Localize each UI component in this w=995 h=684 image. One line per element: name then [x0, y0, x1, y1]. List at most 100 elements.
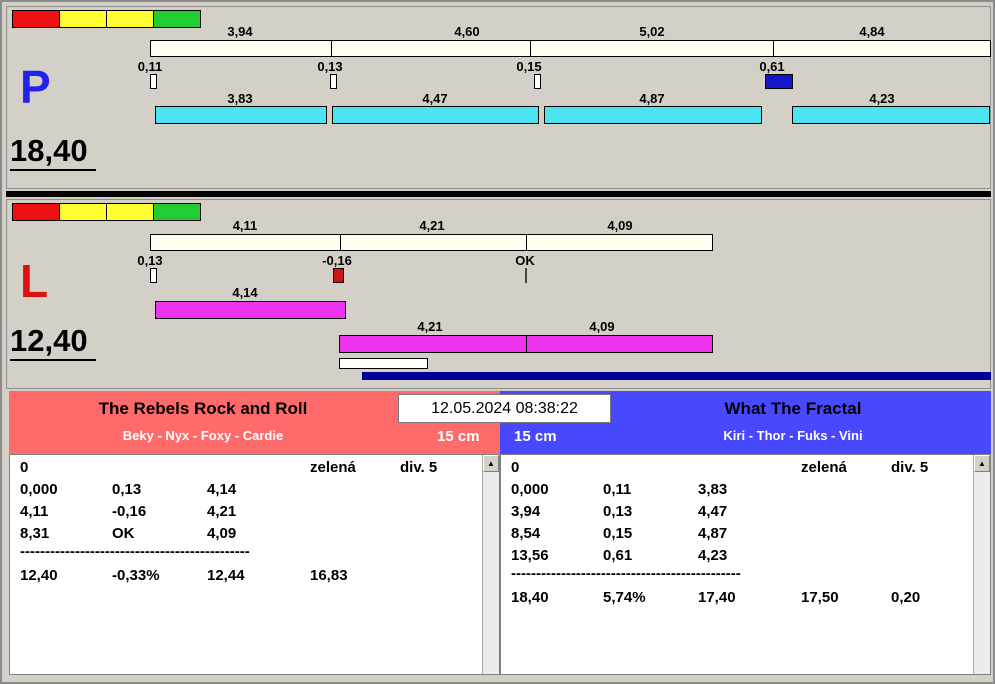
table-cell: 17,40	[698, 589, 736, 606]
segment-divider	[526, 336, 527, 352]
table-cell: zelená	[310, 459, 356, 476]
start-light-yellow2	[106, 203, 154, 221]
table-cell: 0,20	[891, 589, 921, 606]
table-cell: 3,83	[698, 481, 728, 498]
start-light-yellow2	[106, 10, 154, 28]
table-cell: 4,87	[698, 525, 728, 542]
table-cell: 12,40	[20, 567, 58, 584]
cross-time-label: 0,13	[137, 253, 163, 268]
table-cell: 17,50	[801, 589, 839, 606]
table-cell: 4,11	[20, 503, 49, 520]
left-team-dogs: Beky - Nyx - Foxy - Cardie	[122, 428, 284, 443]
table-cell: 0,13	[112, 481, 142, 498]
table-cell: 3,94	[511, 503, 541, 520]
table-cell: OK	[112, 525, 135, 542]
dog-time-label: 4,23	[869, 91, 895, 106]
segment-divider	[773, 41, 774, 56]
table-cell: 0,000	[511, 481, 549, 498]
ok-mark	[525, 268, 527, 283]
cross-time-label: -0,16	[322, 253, 352, 268]
left-results-table: 0 zelená div. 5 0,000 0,13 4,14 4,11 -0,…	[9, 454, 500, 675]
crossing-fault-mark	[333, 268, 344, 283]
table-separator: ----------------------------------------…	[511, 565, 741, 582]
segment-divider	[530, 41, 531, 56]
table-cell: 0	[20, 459, 29, 476]
crossing-mark	[330, 74, 337, 89]
right-results-table: 0 zelená div. 5 0,000 0,11 3,83 3,94 0,1…	[500, 454, 991, 675]
table-cell: -0,16	[112, 503, 147, 520]
cross-time-label: 0,15	[516, 59, 542, 74]
start-light-yellow1	[59, 203, 107, 221]
segment-divider	[340, 235, 341, 250]
right-team-name: What The Fractal	[724, 399, 862, 418]
lane-p-letter: P	[20, 61, 51, 113]
vertical-scrollbar[interactable]: ▲	[973, 455, 990, 674]
cross-time-label: 0,11	[137, 59, 163, 74]
lane-l-total-time: 12,40	[10, 324, 96, 361]
dog-run-bar	[339, 335, 713, 353]
segment-divider	[331, 41, 332, 56]
dog-run-bar	[332, 106, 539, 124]
dog-time-label: 4,09	[589, 319, 615, 334]
leg-time-label: 4,21	[419, 218, 445, 233]
start-light-red	[12, 203, 60, 221]
table-cell: 0,13	[603, 503, 633, 520]
leg-time-label: 3,94	[227, 24, 253, 39]
table-cell: 13,56	[511, 547, 549, 564]
segment-divider	[526, 235, 527, 250]
dog-time-label: 4,14	[232, 285, 258, 300]
table-cell: 0	[511, 459, 520, 476]
scroll-up-button[interactable]: ▲	[974, 455, 990, 472]
table-cell: 8,54	[511, 525, 541, 542]
dog-run-bar	[155, 106, 327, 124]
cross-time-label: 0,13	[317, 59, 343, 74]
vertical-scrollbar[interactable]: ▲	[482, 455, 499, 674]
lane-p-total-time: 18,40	[10, 134, 96, 171]
arrow-up-icon: ▲	[978, 459, 986, 468]
scroll-up-button[interactable]: ▲	[483, 455, 499, 472]
table-cell: -0,33%	[112, 567, 160, 584]
leg-time-label: 5,02	[639, 24, 665, 39]
table-cell: 5,74%	[603, 589, 646, 606]
lane-p-start-lights	[12, 10, 201, 28]
left-team-name: The Rebels Rock and Roll	[98, 399, 308, 418]
leg-time-label: 4,11	[232, 218, 258, 233]
start-light-yellow1	[59, 10, 107, 28]
timing-window: 3,94 4,60 5,02 4,84 0,11 0,13 0,15 0,61 …	[0, 0, 995, 684]
crossing-fault-mark	[765, 74, 793, 89]
left-jump-height: 15 cm	[437, 428, 480, 445]
lane-l-panel	[6, 199, 991, 389]
dog-time-label: 4,21	[417, 319, 443, 334]
dog-run-bar	[544, 106, 762, 124]
table-cell: 4,23	[698, 547, 728, 564]
table-cell: zelená	[801, 459, 847, 476]
table-cell: 4,47	[698, 503, 728, 520]
table-cell: 8,31	[20, 525, 50, 542]
crossing-mark	[534, 74, 541, 89]
timeline-bar	[362, 372, 991, 380]
table-cell: 0,61	[603, 547, 633, 564]
table-cell: 0,11	[603, 481, 632, 498]
dog-time-label: 3,83	[227, 91, 253, 106]
leg-time-label: 4,60	[454, 24, 480, 39]
lane-l-start-lights	[12, 203, 201, 221]
progress-marker-bar	[339, 358, 428, 369]
lane-separator	[6, 191, 991, 197]
lane-l-letter: L	[20, 255, 49, 307]
table-cell: 0,000	[20, 481, 58, 498]
table-cell: 4,14	[207, 481, 237, 498]
table-cell: 16,83	[310, 567, 348, 584]
table-separator: ----------------------------------------…	[20, 543, 250, 560]
crossing-mark	[150, 74, 157, 89]
lane-p-leg-bar	[150, 40, 991, 57]
cross-time-label: OK	[515, 253, 535, 268]
right-team-dogs: Kiri - Thor - Fuks - Vini	[723, 428, 863, 443]
start-light-green	[153, 10, 201, 28]
leg-time-label: 4,84	[859, 24, 885, 39]
table-cell: 12,44	[207, 567, 245, 584]
datetime-display: 12.05.2024 08:38:22	[398, 394, 611, 423]
table-cell: 4,21	[207, 503, 237, 520]
table-cell: div. 5	[400, 459, 438, 476]
dog-time-label: 4,87	[639, 91, 665, 106]
cross-time-label: 0,61	[759, 59, 785, 74]
